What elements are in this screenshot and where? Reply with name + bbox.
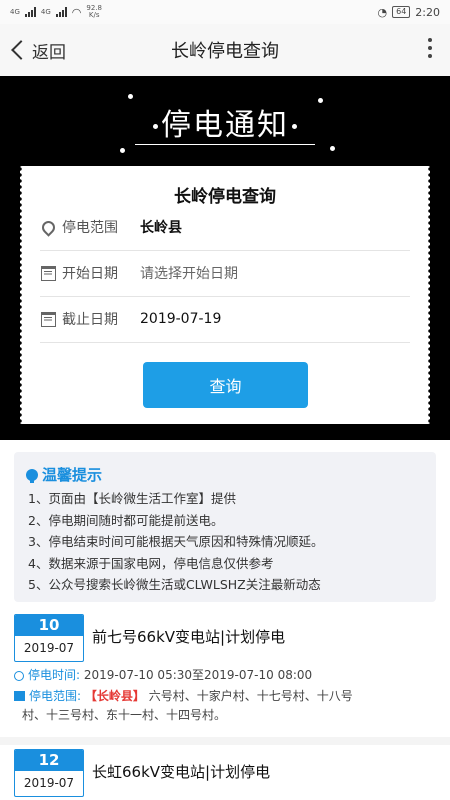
- tip-item: 1、页面由【长岭微生活工作室】提供: [28, 491, 236, 506]
- outage-area: 停电范围: 【长岭县】 六号村、十家户村、十七号村、十八号 村、十三号村、东十一…: [14, 687, 424, 725]
- net-speed-unit: K/s: [88, 11, 100, 19]
- tips-header: 温馨提示: [26, 464, 102, 485]
- banner-title-wrap: 停电通知: [0, 100, 450, 144]
- status-bar: 4G 4G ◠ 92.8 K/s ◔ 64 2:20: [0, 0, 450, 24]
- sim2-label: 4G: [40, 7, 51, 16]
- sparkle-icon: [318, 98, 323, 103]
- more-dot-icon: [428, 54, 432, 58]
- start-date-field[interactable]: 开始日期 请选择开始日期: [40, 250, 410, 297]
- outage-time-label: 停电时间:: [28, 668, 81, 682]
- end-date-label: 截止日期: [62, 312, 118, 328]
- more-dot-icon: [428, 38, 432, 42]
- signal-icon-2: [55, 7, 67, 17]
- sparkle-icon: [128, 94, 133, 99]
- date-day: 10: [15, 615, 83, 636]
- end-date-field[interactable]: 截止日期 2019-07-19: [40, 296, 410, 343]
- date-year-month: 2019-07: [23, 776, 75, 790]
- area-value: 长岭县: [140, 220, 182, 236]
- start-date-label: 开始日期: [62, 266, 118, 282]
- outage-title: 长虹66kV变电站|计划停电: [92, 763, 271, 781]
- outage-area-label: 停电范围:: [29, 689, 82, 703]
- outage-villages: 六号村、十家户村、十七号村、十八号: [144, 689, 353, 703]
- end-date-value: 2019-07-19: [140, 311, 222, 327]
- page-title: 长岭停电查询: [171, 41, 279, 62]
- battery-icon: 64: [392, 6, 411, 18]
- outage-villages-cont: 村、十三号村、东十一村、十四号村。: [22, 708, 227, 722]
- location-pin-icon: [38, 217, 58, 237]
- back-button[interactable]: 返回: [8, 24, 66, 76]
- divider: [0, 737, 450, 745]
- calendar-icon: [40, 265, 56, 281]
- query-card: 长岭停电查询 停电范围 长岭县 开始日期 请选择开始日期 截止日期 2019-0…: [18, 166, 432, 424]
- speedometer-icon: ◔: [377, 5, 388, 19]
- banner-title: 停电通知: [161, 108, 289, 143]
- tip-item: 3、停电结束时间可能根据天气原因和特殊情况顺延。: [28, 534, 324, 549]
- banner-underline: [135, 144, 315, 145]
- calendar-icon: [40, 311, 56, 327]
- tips-panel: 温馨提示 1、页面由【长岭微生活工作室】提供 2、停电期间随时都可能提前送电。 …: [14, 452, 436, 602]
- sparkle-icon: [330, 146, 335, 151]
- clock-icon: [14, 671, 24, 681]
- date-day: 12: [15, 750, 83, 771]
- notice-banner: 停电通知 长岭停电查询 停电范围 长岭县 开始日期 请选择开始日期 截止日期 2…: [0, 76, 450, 440]
- back-label: 返回: [32, 42, 66, 63]
- signal-icon: [24, 7, 36, 17]
- more-menu-button[interactable]: [428, 38, 432, 58]
- lightbulb-icon: [26, 468, 38, 483]
- outage-time: 停电时间: 2019-07-10 05:30至2019-07-10 08:00: [14, 666, 424, 685]
- start-date-placeholder: 请选择开始日期: [140, 266, 238, 282]
- net-speed: 92.8 K/s: [86, 5, 102, 19]
- outage-time-value: 2019-07-10 05:30至2019-07-10 08:00: [83, 668, 313, 682]
- tips-list: 1、页面由【长岭微生活工作室】提供 2、停电期间随时都可能提前送电。 3、停电结…: [28, 488, 323, 596]
- tip-item: 4、数据来源于国家电网，停电信息仅供参考: [28, 555, 274, 571]
- outage-title: 前七号66kV变电站|计划停电: [92, 628, 286, 646]
- nav-bar: 返回 长岭停电查询: [0, 24, 450, 77]
- query-button[interactable]: 查询: [143, 362, 308, 408]
- area-row[interactable]: 停电范围 长岭县: [38, 204, 410, 251]
- building-icon: [14, 691, 25, 701]
- sparkle-icon: [292, 124, 297, 129]
- clock-time: 2:20: [415, 5, 440, 19]
- sparkle-icon: [153, 124, 158, 129]
- outage-list-item[interactable]: 12 2019-07 长虹66kV变电站|计划停电: [0, 747, 450, 800]
- area-label: 停电范围: [62, 220, 118, 236]
- sparkle-icon: [120, 148, 125, 153]
- wifi-icon: ◠: [71, 5, 82, 19]
- chevron-left-icon: [11, 40, 31, 60]
- tips-title: 温馨提示: [42, 466, 103, 484]
- tip-item: 2、停电期间随时都可能提前送电。: [28, 512, 224, 528]
- more-dot-icon: [428, 46, 432, 50]
- outage-county: 【长岭县】: [84, 689, 145, 703]
- outage-list-item[interactable]: 10 2019-07 前七号66kV变电站|计划停电 停电时间: 2019-07…: [0, 612, 450, 737]
- tip-item: 5、公众号搜索长岭微生活或CLWLSHZ关注最新动态: [28, 577, 321, 592]
- date-year-month: 2019-07: [23, 641, 75, 655]
- date-badge: 12 2019-07: [14, 749, 84, 797]
- sim1-label: 4G: [10, 7, 20, 16]
- date-badge: 10 2019-07: [14, 614, 84, 662]
